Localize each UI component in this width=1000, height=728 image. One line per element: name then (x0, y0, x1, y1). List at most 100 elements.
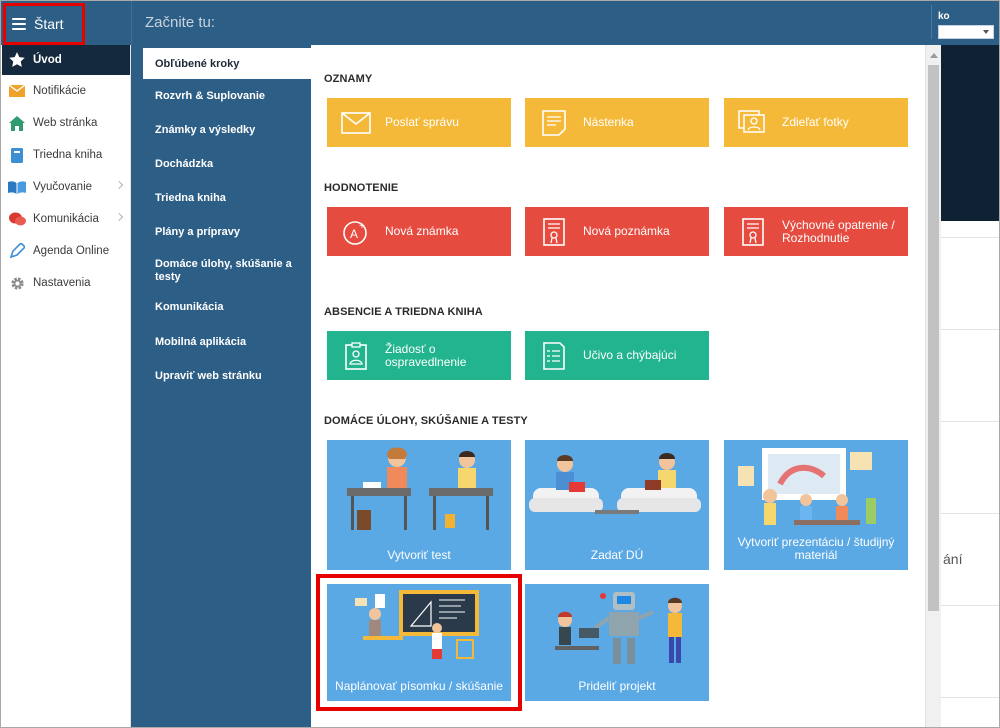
background-divider (941, 421, 999, 422)
presentation-illustration (738, 448, 876, 525)
sidebar-item-label: Úvod (33, 54, 62, 66)
clipboard-person-icon (327, 341, 385, 370)
background-divider (941, 329, 999, 330)
tile-label: Učivo a chýbajúci (583, 348, 677, 362)
start-menu-button[interactable]: Štart (3, 3, 85, 45)
top-bar: Štart Začnite tu: ko (1, 1, 999, 45)
nav-item-domace-ulohy[interactable]: Domáce úlohy, skúšanie a testy (131, 249, 311, 293)
sidebar-item-label: Vyučovanie (33, 181, 93, 193)
section-title-oznamy: OZNAMY (324, 73, 373, 85)
nav-item-oblubene-kroky[interactable]: Obľúbené kroky (143, 48, 311, 79)
background-divider (941, 513, 999, 514)
tile-label: Poslať správu (385, 115, 459, 129)
certificate-icon (525, 217, 583, 246)
tile-nova-poznamka[interactable]: Nová poznámka (525, 207, 709, 256)
tile-nova-znamka[interactable]: A + Nová známka (327, 207, 511, 256)
background-divider (941, 605, 999, 606)
sidebar-item-notifikacie[interactable]: Notifikácie (2, 75, 130, 107)
chevron-right-icon (114, 212, 124, 222)
nav-item-mobilna-aplikacia[interactable]: Mobilná aplikácia (131, 325, 311, 359)
checklist-icon (525, 341, 583, 370)
highlight-box (316, 574, 522, 711)
tile-zadat-du[interactable]: Zadať DÚ (525, 440, 709, 570)
certificate-icon (724, 217, 782, 246)
background-header (941, 45, 999, 221)
tile-poslat-spravu[interactable]: Poslať správu (327, 98, 511, 147)
background-text: ání (943, 551, 963, 567)
svg-text:A: A (350, 227, 358, 241)
sidebar-item-label: Triedna kniha (33, 149, 103, 161)
tile-label: Prideliť projekt (578, 679, 656, 693)
tile-vychovne-opatrenie[interactable]: Výchovné opatrenie / Rozhodnutie (724, 207, 908, 256)
gear-icon (8, 274, 26, 292)
user-name: ko (938, 11, 950, 22)
nav-item-triedna-kniha[interactable]: Triedna kniha (131, 181, 311, 215)
tile-label: Nástenka (583, 115, 634, 129)
background-divider (941, 697, 999, 698)
sidebar-item-label: Agenda Online (33, 245, 110, 257)
scroll-up-arrow-icon[interactable] (930, 53, 938, 58)
tile-label: Žiadosť o ospravedlnenie (385, 341, 467, 369)
nav-item-upravit-web[interactable]: Upraviť web stránku (131, 359, 311, 393)
envelope-icon (327, 111, 385, 134)
section-title-domace-ulohy: DOMÁCE ÚLOHY, SKÚŠANIE A TESTY (324, 415, 528, 427)
section-title-hodnotenie: HODNOTENIE (324, 182, 399, 194)
nav-item-plany[interactable]: Plány a prípravy (131, 215, 311, 249)
tile-nastenka[interactable]: Nástenka (525, 98, 709, 147)
tile-label: Nová známka (385, 224, 459, 238)
book-icon (8, 146, 26, 164)
hamburger-icon (12, 18, 26, 30)
tile-pridelit-projekt[interactable]: Prideliť projekt (525, 584, 709, 701)
topbar-divider (131, 1, 132, 45)
nav-item-komunikacia[interactable]: Komunikácia (131, 295, 311, 319)
user-select[interactable] (938, 25, 994, 39)
tile-label: Vytvoriť test (387, 548, 451, 562)
home-icon (8, 114, 26, 132)
chat-icon (8, 210, 26, 228)
main-content: OZNAMY Poslať správu Nástenka Zdieľať fo… (311, 45, 925, 727)
sidebar-item-vyucovanie[interactable]: Vyučovanie (2, 171, 130, 203)
open-book-icon (8, 178, 26, 196)
classroom-test-illustration (347, 447, 493, 530)
tile-label: Zdieľať fotky (782, 115, 849, 129)
sidebar-item-komunikacia[interactable]: Komunikácia (2, 203, 130, 235)
sidebar-item-nastavenia[interactable]: Nastavenia (2, 267, 130, 299)
sidebar-item-web-stranka[interactable]: Web stránka (2, 107, 130, 139)
tile-label: Vytvoriť prezentáciu / študijný materiál (737, 535, 895, 562)
start-here-prompt: Začnite tu: (145, 14, 216, 31)
scroll-thumb[interactable] (928, 65, 939, 611)
sidebar: Úvod Notifikácie Web stránka Triedna kni… (2, 45, 131, 727)
tile-zdielat-fotky[interactable]: Zdieľať fotky (724, 98, 908, 147)
envelope-icon (8, 82, 26, 100)
background-page: ání (941, 45, 999, 727)
nav-item-znamky[interactable]: Známky a výsledky (131, 113, 311, 147)
app-window: Štart Začnite tu: ko Úvod Notifikácie We… (0, 0, 1000, 728)
chevron-down-icon (983, 30, 989, 34)
tile-label: Zadať DÚ (590, 548, 644, 562)
main-scrollbar[interactable] (925, 45, 941, 727)
tile-label: Výchovné opatrenie / Rozhodnutie (782, 217, 895, 245)
tile-ziadost-ospravedlnenie[interactable]: Žiadosť o ospravedlnenie (327, 331, 511, 380)
star-icon (8, 51, 26, 69)
section-title-absencie: ABSENCIE A TRIEDNA KNIHA (324, 306, 483, 318)
pen-icon (8, 242, 26, 260)
tile-vytvorit-test[interactable]: Vytvoriť test (327, 440, 511, 570)
sidebar-item-triedna-kniha[interactable]: Triedna kniha (2, 139, 130, 171)
tile-ucivo-chybajuci[interactable]: Učivo a chýbajúci (525, 331, 709, 380)
background-divider (941, 237, 999, 238)
students-sofa-illustration (529, 453, 701, 514)
start-label: Štart (34, 16, 64, 32)
nav-item-rozvrh[interactable]: Rozvrh & Suplovanie (131, 79, 311, 113)
sidebar-item-agenda-online[interactable]: Agenda Online (2, 235, 130, 267)
sidebar-item-uvod[interactable]: Úvod (2, 45, 130, 75)
svg-text:+: + (359, 221, 365, 232)
sidebar-item-label: Web stránka (33, 117, 98, 129)
sidebar-item-label: Notifikácie (33, 85, 87, 97)
sidebar-item-label: Nastavenia (33, 277, 91, 289)
user-menu[interactable]: ko (931, 5, 997, 39)
grade-a-plus-icon: A + (327, 218, 385, 246)
robot-project-illustration (555, 592, 682, 664)
tile-label: Nová poznámka (583, 224, 670, 238)
nav-item-dochadzka[interactable]: Dochádzka (131, 147, 311, 181)
tile-vytvorit-prezentaciu[interactable]: Vytvoriť prezentáciu / študijný materiál (724, 440, 908, 570)
